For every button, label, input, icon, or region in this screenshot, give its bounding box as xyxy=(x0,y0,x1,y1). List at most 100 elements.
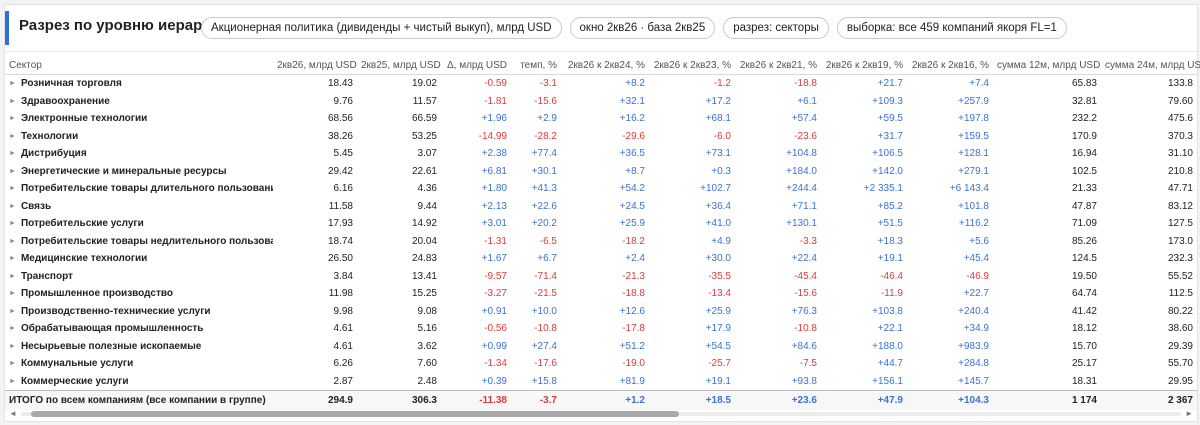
sector-cell: ► Обрабатывающая промышленность xyxy=(5,320,273,338)
expand-icon[interactable]: ► xyxy=(9,238,16,245)
value-cell: +47.9 xyxy=(821,390,907,410)
column-header[interactable]: Δ, млрд USD xyxy=(441,57,511,75)
value-cell: +81.9 xyxy=(619,375,645,387)
value-cell: 55.70 xyxy=(1167,358,1193,370)
column-header[interactable]: 2кв26 к 2кв16, % xyxy=(907,57,993,75)
scroll-thumb[interactable] xyxy=(31,411,679,417)
scroll-left-icon[interactable]: ◄ xyxy=(9,409,17,419)
table-row[interactable]: ► Медицинские технологии 26.50 24.83 +1.67 +6… xyxy=(5,250,1197,268)
table-row[interactable]: ► Промышленное производство 11.98 15.25 -3.2… xyxy=(5,285,1197,303)
table-row[interactable]: ► Розничная торговля 18.43 19.02 -0.59 -3.1 +8… xyxy=(5,75,1197,93)
value-cell: -0.56 xyxy=(484,323,507,335)
pill-slice[interactable]: разрез: секторы xyxy=(723,17,829,39)
pill-window[interactable]: окно 2кв26 · база 2кв25 xyxy=(569,17,716,39)
value-cell: -45.4 xyxy=(794,270,817,282)
table-row[interactable]: ► Электронные технологии 68.56 66.59 +1.96 +2… xyxy=(5,110,1197,128)
expand-icon[interactable]: ► xyxy=(9,360,16,367)
value-cell: 475.6 xyxy=(1167,113,1193,125)
value-cell: +25.9 xyxy=(619,218,645,230)
column-header[interactable]: сумма 12м, млрд USD xyxy=(993,57,1101,75)
column-header[interactable]: 2кв26 к 2кв24, % xyxy=(561,57,649,75)
table-row[interactable]: ► Транспорт 3.84 13.41 -9.57 -71.4 -21.3 -35.5 -… xyxy=(5,268,1197,286)
value-cell: +0.99 xyxy=(481,340,507,352)
table-row[interactable]: ► Потребительские товары длительного поль… xyxy=(5,180,1197,198)
expand-icon[interactable]: ► xyxy=(9,343,16,350)
value-cell: +71.1 xyxy=(791,200,817,212)
expand-icon[interactable]: ► xyxy=(9,150,16,157)
value-cell: -17.6 xyxy=(534,358,557,370)
pill-sample[interactable]: выборка: все 459 компаний якоря FL=1 xyxy=(836,17,1067,39)
table-row[interactable]: ► Технологии 38.26 53.25 -14.99 -28.2 -29.6 -6.… xyxy=(5,128,1197,146)
value-cell: 4.36 xyxy=(417,183,437,195)
value-cell: +31.7 xyxy=(877,130,903,142)
value-cell: +116.2 xyxy=(958,218,989,230)
column-header[interactable]: Сектор xyxy=(5,57,273,75)
expand-icon[interactable]: ► xyxy=(9,290,16,297)
value-cell: 4.61 xyxy=(333,323,353,335)
expand-icon[interactable]: ► xyxy=(9,133,16,140)
expand-icon[interactable]: ► xyxy=(9,220,16,227)
expand-icon[interactable]: ► xyxy=(9,168,16,175)
total-row[interactable]: ИТОГО по всем компаниям (все компании в … xyxy=(5,390,1197,410)
table-row[interactable]: ► Коммунальные услуги 6.26 7.60 -1.34 -17.6 -1… xyxy=(5,355,1197,373)
table-row[interactable]: ► Коммерческие услуги 2.87 2.48 +0.39 +15.8 +8… xyxy=(5,373,1197,391)
expand-icon[interactable]: ► xyxy=(9,98,16,105)
table-row[interactable]: ► Обрабатывающая промышленность 4.61 5.16 -0… xyxy=(5,320,1197,338)
column-header[interactable]: 2кв26, млрд USD xyxy=(273,57,357,75)
value-cell: +15.8 xyxy=(531,375,557,387)
expand-icon[interactable]: ► xyxy=(9,115,16,122)
column-header[interactable]: 2кв25, млрд USD xyxy=(357,57,441,75)
table-row[interactable]: ► Несырьевые полезные ископаемые 4.61 3.62 +… xyxy=(5,338,1197,356)
value-cell: 55.52 xyxy=(1167,270,1193,282)
table-row[interactable]: ► Энергетические и минеральные ресурсы 29.… xyxy=(5,163,1197,181)
scroll-right-icon[interactable]: ► xyxy=(1185,409,1193,419)
value-cell: 11.98 xyxy=(328,288,353,300)
table-row[interactable]: ► Здравоохранение 9.76 11.57 -1.81 -15.6 +32.1… xyxy=(5,93,1197,111)
table-row[interactable]: ► Потребительские товары недлительного по… xyxy=(5,233,1197,251)
value-cell: 112.5 xyxy=(1168,288,1193,300)
value-cell: -15.6 xyxy=(534,95,557,107)
column-header[interactable]: темп, % xyxy=(511,57,561,75)
sector-label: ИТОГО по всем компаниям (все компании в … xyxy=(9,395,266,406)
sector-cell: ► Связь xyxy=(5,198,273,216)
value-cell: 47.87 xyxy=(1071,200,1097,212)
expand-icon[interactable]: ► xyxy=(9,203,16,210)
value-cell: 102.5 xyxy=(1071,165,1097,177)
table-row[interactable]: ► Производственно-технические услуги 9.98 9… xyxy=(5,303,1197,321)
pill-metric[interactable]: Акционерная политика (дивиденды + чистый… xyxy=(201,17,562,39)
expand-icon[interactable]: ► xyxy=(9,273,16,280)
value-cell: 170.9 xyxy=(1071,130,1097,142)
value-cell: 6.26 xyxy=(333,358,353,370)
horizontal-scrollbar[interactable]: ◄ ► xyxy=(9,409,1193,419)
value-cell: -3.3 xyxy=(799,235,817,247)
expand-icon[interactable]: ► xyxy=(9,378,16,385)
value-cell: 232.3 xyxy=(1167,253,1193,265)
sector-cell: ИТОГО по всем компаниям (все компании в … xyxy=(5,390,273,410)
expand-icon[interactable]: ► xyxy=(9,255,16,262)
expand-icon[interactable]: ► xyxy=(9,308,16,315)
table-row[interactable]: ► Потребительские услуги 17.93 14.92 +3.01 +2… xyxy=(5,215,1197,233)
column-header[interactable]: 2кв26 к 2кв21, % xyxy=(735,57,821,75)
table-row[interactable]: ► Связь 11.58 9.44 +2.13 +22.6 +24.5 +36.4 +71.1… xyxy=(5,198,1197,216)
value-cell: +7.4 xyxy=(969,78,989,90)
table-row[interactable]: ► Дистрибуция 5.45 3.07 +2.38 +77.4 +36.5 +73.1… xyxy=(5,145,1197,163)
value-cell: 80.22 xyxy=(1167,305,1193,317)
expand-icon[interactable]: ► xyxy=(9,185,16,192)
column-header[interactable]: 2кв26 к 2кв23, % xyxy=(649,57,735,75)
sector-cell: ► Электронные технологии xyxy=(5,110,273,128)
value-cell: +130.1 xyxy=(786,218,817,230)
value-cell: 41.42 xyxy=(1071,305,1097,317)
value-cell: +8.7 xyxy=(625,165,645,177)
value-cell: +159.5 xyxy=(958,130,989,142)
column-header[interactable]: 2кв26 к 2кв19, % xyxy=(821,57,907,75)
value-cell: +41.0 xyxy=(705,218,731,230)
expand-icon[interactable]: ► xyxy=(9,80,16,87)
sector-label: Производственно-технические услуги xyxy=(20,305,211,317)
column-header[interactable]: сумма 24м, млрд USD xyxy=(1101,57,1200,75)
value-cell: 3.84 xyxy=(333,270,353,282)
value-cell: +17.9 xyxy=(705,323,731,335)
accent-bar xyxy=(5,11,9,45)
expand-icon[interactable]: ► xyxy=(9,325,16,332)
value-cell: +279.1 xyxy=(958,165,989,177)
value-cell: +44.7 xyxy=(877,358,903,370)
